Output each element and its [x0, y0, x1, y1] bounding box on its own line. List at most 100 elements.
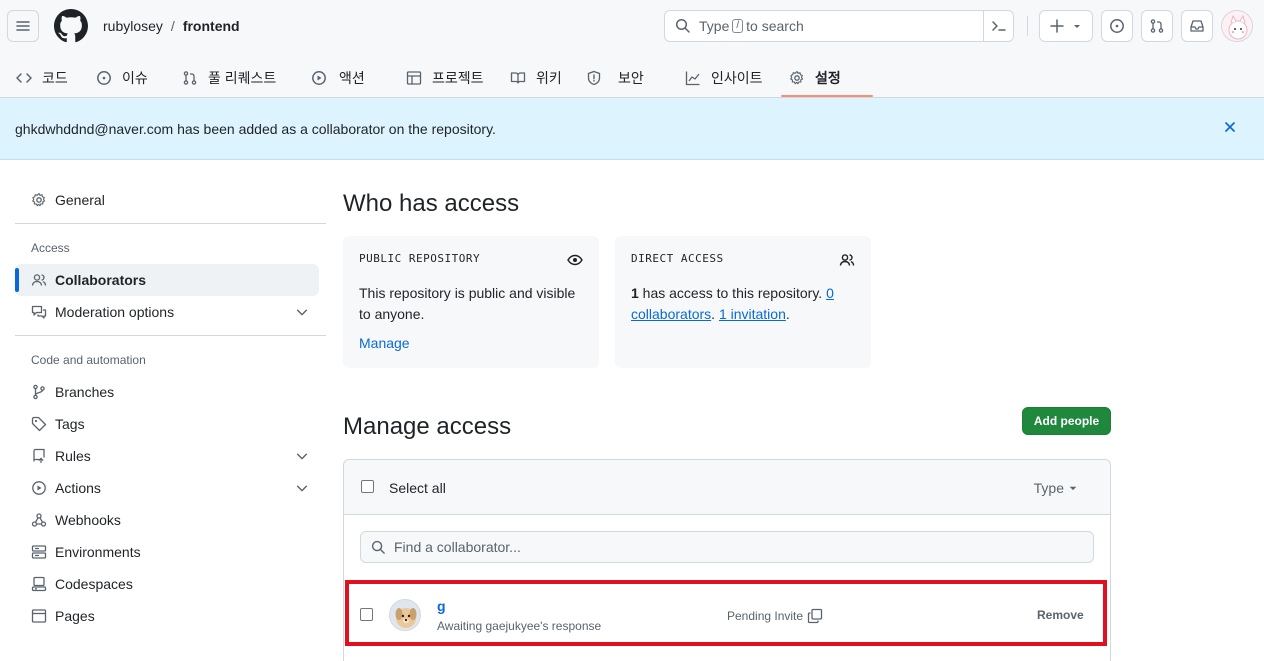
- direct-access-text-c: .: [785, 306, 790, 322]
- sidebar-item-codespaces[interactable]: Codespaces: [15, 568, 319, 600]
- issue-icon: [1110, 19, 1124, 33]
- chevron-down-icon: [296, 309, 308, 316]
- direct-access-box: DIRECT ACCESS 1 has access to this repos…: [615, 236, 871, 368]
- sidebar-item-moderation-label: Moderation options: [55, 304, 175, 320]
- direct-access-count: 1: [631, 285, 639, 301]
- create-new-button[interactable]: [1039, 10, 1093, 42]
- tab-security-label: 보안: [618, 70, 644, 86]
- sidebar-item-rules[interactable]: Rules: [15, 440, 319, 472]
- graph-icon: [685, 71, 700, 86]
- table-icon: [406, 71, 422, 85]
- gear-icon: [32, 192, 46, 207]
- add-people-button[interactable]: Add people: [1022, 407, 1111, 435]
- shield-icon: [587, 70, 601, 86]
- manage-visibility-link[interactable]: Manage: [359, 335, 583, 351]
- server-icon: [31, 545, 47, 559]
- book-icon: [510, 72, 526, 84]
- tab-wiki[interactable]: 위키: [510, 58, 562, 98]
- sidebar-item-rules-label: Rules: [55, 448, 91, 464]
- search-placeholder: Type / to search: [699, 18, 804, 34]
- issues-button[interactable]: [1101, 10, 1133, 42]
- inbox-icon: [1190, 20, 1204, 32]
- close-icon[interactable]: [1222, 119, 1238, 135]
- who-has-access-title: Who has access: [343, 190, 520, 217]
- tab-code-label: 코드: [42, 70, 68, 86]
- tab-issues[interactable]: 이슈: [96, 58, 148, 98]
- invitation-count-link[interactable]: 1 invitation: [719, 306, 786, 322]
- sidebar-item-environments[interactable]: Environments: [15, 536, 319, 568]
- search-icon: [675, 18, 690, 33]
- git-branch-icon: [33, 384, 45, 400]
- tab-pull-requests[interactable]: 풀 리퀘스트: [182, 58, 276, 98]
- sidebar-heading-access: Access: [31, 241, 70, 255]
- avatar-image-icon: [1228, 14, 1248, 40]
- direct-access-text-b: .: [711, 306, 719, 322]
- sidebar-item-tags[interactable]: Tags: [15, 408, 319, 440]
- repo-push-icon: [33, 448, 45, 464]
- repo-nav: 코드 이슈 풀 리퀘스트 액션 프로젝트 위키 보안 인사이트 설정: [0, 58, 1264, 98]
- issue-icon: [97, 71, 111, 85]
- select-all-checkbox[interactable]: [361, 480, 374, 493]
- tab-pull-requests-label: 풀 리퀘스트: [208, 70, 277, 86]
- search-suffix: to search: [746, 18, 804, 34]
- github-logo-icon[interactable]: [54, 9, 88, 43]
- codespaces-icon: [31, 576, 47, 592]
- pull-request-icon: [183, 71, 197, 85]
- chevron-down-icon: [296, 485, 308, 492]
- sidebar-item-actions[interactable]: Actions: [15, 472, 319, 504]
- search-input[interactable]: Type / to search: [664, 10, 1014, 42]
- sidebar-item-general[interactable]: General: [15, 184, 319, 216]
- flash-banner: ghkdwhddnd@naver.com has been added as a…: [0, 98, 1264, 160]
- sidebar-item-pages-label: Pages: [55, 608, 95, 624]
- eye-icon: [567, 254, 583, 266]
- sidebar-item-collaborators[interactable]: Collaborators: [15, 264, 319, 296]
- type-filter-dropdown[interactable]: Type: [1034, 480, 1078, 496]
- sidebar-divider: [15, 223, 326, 224]
- sidebar-item-moderation[interactable]: Moderation options: [15, 296, 319, 328]
- code-icon: [16, 73, 32, 83]
- gear-icon: [790, 70, 804, 85]
- user-avatar[interactable]: [1221, 10, 1253, 42]
- menu-button[interactable]: [7, 10, 39, 42]
- sidebar-heading-code: Code and automation: [31, 353, 146, 367]
- search-shortcut-key: /: [732, 19, 744, 33]
- comment-discussion-icon: [31, 305, 47, 319]
- sidebar-item-environments-label: Environments: [55, 544, 141, 560]
- tab-code[interactable]: 코드: [16, 58, 68, 98]
- tab-insights[interactable]: 인사이트: [685, 58, 763, 98]
- direct-access-text-a: has access to this repository.: [638, 285, 827, 301]
- sidebar-item-actions-label: Actions: [55, 480, 101, 496]
- play-icon: [312, 71, 326, 85]
- breadcrumb-separator: /: [170, 18, 175, 34]
- repo-owner-link[interactable]: rubylosey: [103, 18, 163, 34]
- triangle-down-icon: [1069, 486, 1077, 491]
- inbox-button[interactable]: [1181, 10, 1213, 42]
- hamburger-icon: [16, 21, 30, 31]
- tab-security[interactable]: 보안: [586, 58, 644, 98]
- tab-selected-indicator: [781, 95, 873, 97]
- sidebar-item-codespaces-label: Codespaces: [55, 576, 133, 592]
- tab-insights-label: 인사이트: [711, 70, 763, 86]
- search-icon: [371, 540, 385, 554]
- breadcrumb: rubylosey / frontend: [103, 18, 240, 34]
- sidebar-item-pages[interactable]: Pages: [15, 600, 319, 632]
- tab-projects-label: 프로젝트: [432, 70, 484, 86]
- tag-icon: [31, 416, 47, 432]
- tab-actions[interactable]: 액션: [311, 58, 365, 98]
- find-collaborator-input[interactable]: Find a collaborator...: [360, 531, 1094, 563]
- table-header: Select all Type: [344, 460, 1110, 515]
- sidebar-item-webhooks[interactable]: Webhooks: [15, 504, 319, 536]
- sidebar-item-tags-label: Tags: [55, 416, 85, 432]
- sidebar-item-collaborators-label: Collaborators: [55, 272, 147, 288]
- flash-message: ghkdwhddnd@naver.com has been added as a…: [15, 120, 496, 137]
- plus-icon: [1050, 19, 1064, 33]
- triangle-down-icon: [1074, 25, 1080, 28]
- tab-projects[interactable]: 프로젝트: [406, 58, 484, 98]
- select-all-label: Select all: [389, 480, 446, 496]
- tab-settings[interactable]: 설정: [789, 58, 841, 98]
- sidebar-item-branches[interactable]: Branches: [15, 376, 319, 408]
- sidebar-divider: [15, 335, 326, 336]
- command-palette-button[interactable]: [983, 10, 1013, 42]
- pull-requests-button[interactable]: [1141, 10, 1173, 42]
- repo-name-link[interactable]: frontend: [183, 18, 240, 34]
